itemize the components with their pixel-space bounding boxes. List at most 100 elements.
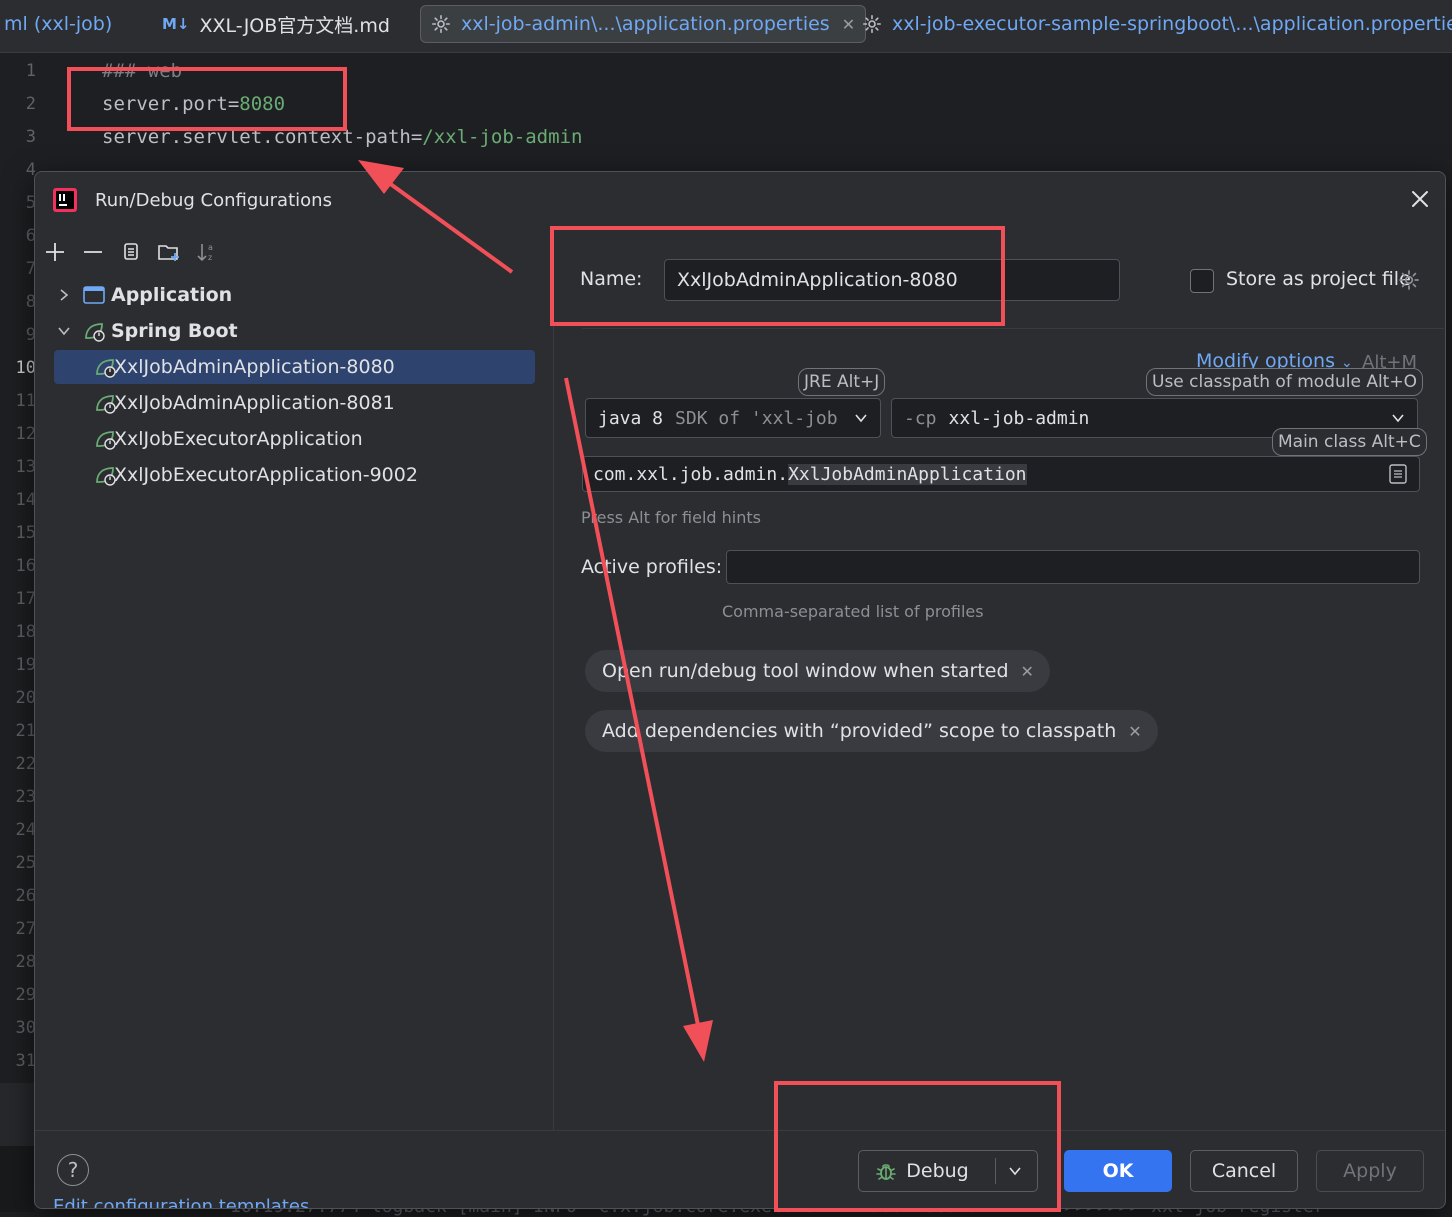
spring-boot-icon [85,323,105,342]
help-button[interactable]: ? [57,1154,89,1186]
line-number: 21 [15,721,36,741]
edit-configuration-templates-link[interactable]: Edit configuration templates... [53,1196,327,1208]
cp-value: xxl-job-admin [948,407,1090,429]
debug-split-button[interactable]: Debug [858,1150,1038,1192]
code-line-2[interactable]: server.port=8080 [102,93,285,115]
chip-label: Open run/debug tool window when started [602,660,1009,682]
tab-label: xxl-job-admin\...\application.properties [461,13,830,35]
main-class-input[interactable]: com.xxl.job.admin. XxlJobAdminApplication [582,456,1420,492]
line-number: 27 [15,919,36,939]
line-number: 15 [15,523,36,543]
configuration-item-label: XxlJobAdminApplication-8080 [114,356,395,378]
code-line-3[interactable]: server.servlet.context-path=/xxl-job-adm… [102,126,582,148]
line-number: 14 [15,490,36,510]
line-number: 3 [25,127,36,147]
line-number: 11 [15,391,36,411]
property-key: server.port= [102,93,240,115]
remove-chip-icon[interactable]: ✕ [1021,662,1034,681]
field-hints-text: Press Alt for field hints [581,508,761,527]
main-class-shortcut-hint: Main class Alt+C [1272,428,1427,456]
dialog-title: Run/Debug Configurations [95,190,332,211]
svg-text:a: a [208,243,213,252]
run-debug-configurations-dialog: Run/Debug Configurations az Application … [34,171,1446,1209]
name-label: Name: [580,268,643,290]
store-as-project-file-checkbox[interactable] [1190,269,1214,293]
configuration-item-label: XxlJobExecutorApplication-9002 [114,464,418,486]
line-number: 31 [15,1051,36,1071]
chevron-down-icon[interactable] [57,324,71,338]
spring-boot-icon [96,467,116,486]
line-number: 24 [15,820,36,840]
line-number: 23 [15,787,36,807]
bug-icon [876,1164,897,1180]
tab-xxl-job-docs[interactable]: M↓ XXL-JOB官方文档.md [162,0,390,48]
option-chip-provided-scope[interactable]: Add dependencies with “provided” scope t… [585,710,1158,752]
new-folder-button[interactable] [157,240,181,264]
chevron-down-icon [1392,414,1404,423]
configuration-item[interactable]: XxlJobAdminApplication-8080 [54,350,535,384]
sort-configurations-button[interactable]: az [195,240,219,264]
copy-icon [124,243,138,260]
spring-boot-icon [96,395,116,414]
store-as-project-file-label[interactable]: Store as project file [1226,268,1411,290]
active-profiles-label: Active profiles: [581,556,723,578]
ok-button[interactable]: OK [1064,1150,1172,1192]
tab-label: XXL-JOB官方文档.md [199,14,390,37]
line-number: 9 [25,325,36,345]
line-number: 25 [15,853,36,873]
option-chip-open-tool-window[interactable]: Open run/debug tool window when started ✕ [585,650,1050,692]
line-number: 18 [15,622,36,642]
tree-node-label: Spring Boot [111,320,238,342]
remove-configuration-button[interactable] [81,240,105,264]
spring-boot-icon [96,431,116,450]
active-profiles-input[interactable] [726,550,1420,584]
chevron-down-icon[interactable] [1008,1164,1022,1178]
configuration-editor: Name: XxlJobAdminApplication-8080 Store … [554,230,1444,1130]
property-key: server.servlet.context-path= [102,126,423,148]
configuration-item[interactable]: XxlJobAdminApplication-8081 [54,386,395,420]
tree-node-spring-boot[interactable]: Spring Boot [57,314,238,348]
configuration-item[interactable]: XxlJobExecutorApplication [54,422,363,456]
close-tab-icon[interactable]: ✕ [842,15,855,34]
line-number: 22 [15,754,36,774]
tab-label: xxl-job-executor-sample-springboot\...\a… [892,13,1452,35]
configuration-item-label: XxlJobExecutorApplication [114,428,363,450]
line-number: 28 [15,952,36,972]
folder-add-icon [158,245,179,261]
remove-chip-icon[interactable]: ✕ [1128,722,1141,741]
tree-node-application[interactable]: Application [57,278,232,312]
add-configuration-button[interactable] [43,240,67,264]
tab-executor-application-properties[interactable]: xxl-job-executor-sample-springboot\...\a… [862,0,1452,48]
tab-pom-xml[interactable]: ml (xxl-job) [4,0,112,48]
apply-button[interactable]: Apply [1316,1150,1424,1192]
line-number: 5 [25,193,36,213]
copy-configuration-button[interactable] [119,240,143,264]
main-class-name: XxlJobAdminApplication [788,463,1027,485]
gear-icon[interactable] [1398,269,1420,291]
minus-icon [84,251,102,253]
property-value: /xxl-job-admin [422,126,583,148]
jre-select[interactable]: java 8 SDK of 'xxl-job [585,398,881,438]
code-line-1[interactable]: ### web [102,60,182,82]
chevron-down-icon [855,414,867,423]
line-number: 16 [15,556,36,576]
name-input-value: XxlJobAdminApplication-8080 [677,269,958,291]
close-icon[interactable] [1409,188,1431,210]
split-divider [994,1158,996,1184]
jre-shortcut-hint: JRE Alt+J [798,368,886,396]
browse-list-icon[interactable] [1389,464,1407,484]
separator [582,328,1444,329]
chevron-right-icon[interactable] [57,288,71,302]
cancel-button[interactable]: Cancel [1190,1150,1298,1192]
name-input[interactable]: XxlJobAdminApplication-8080 [664,259,1120,301]
tab-admin-application-properties[interactable]: xxl-job-admin\...\application.properties… [420,5,867,43]
gear-icon [432,15,450,33]
jre-value: java 8 [598,407,664,429]
application-icon [83,286,105,304]
configuration-item[interactable]: XxlJobExecutorApplication-9002 [54,458,418,492]
cp-prefix: -cp [904,407,937,429]
line-number: 4 [25,160,36,180]
configuration-item-label: XxlJobAdminApplication-8081 [114,392,395,414]
line-number: 8 [25,292,36,312]
configurations-tree: Application Spring Boot XxlJobAdminAppli… [35,276,553,1208]
